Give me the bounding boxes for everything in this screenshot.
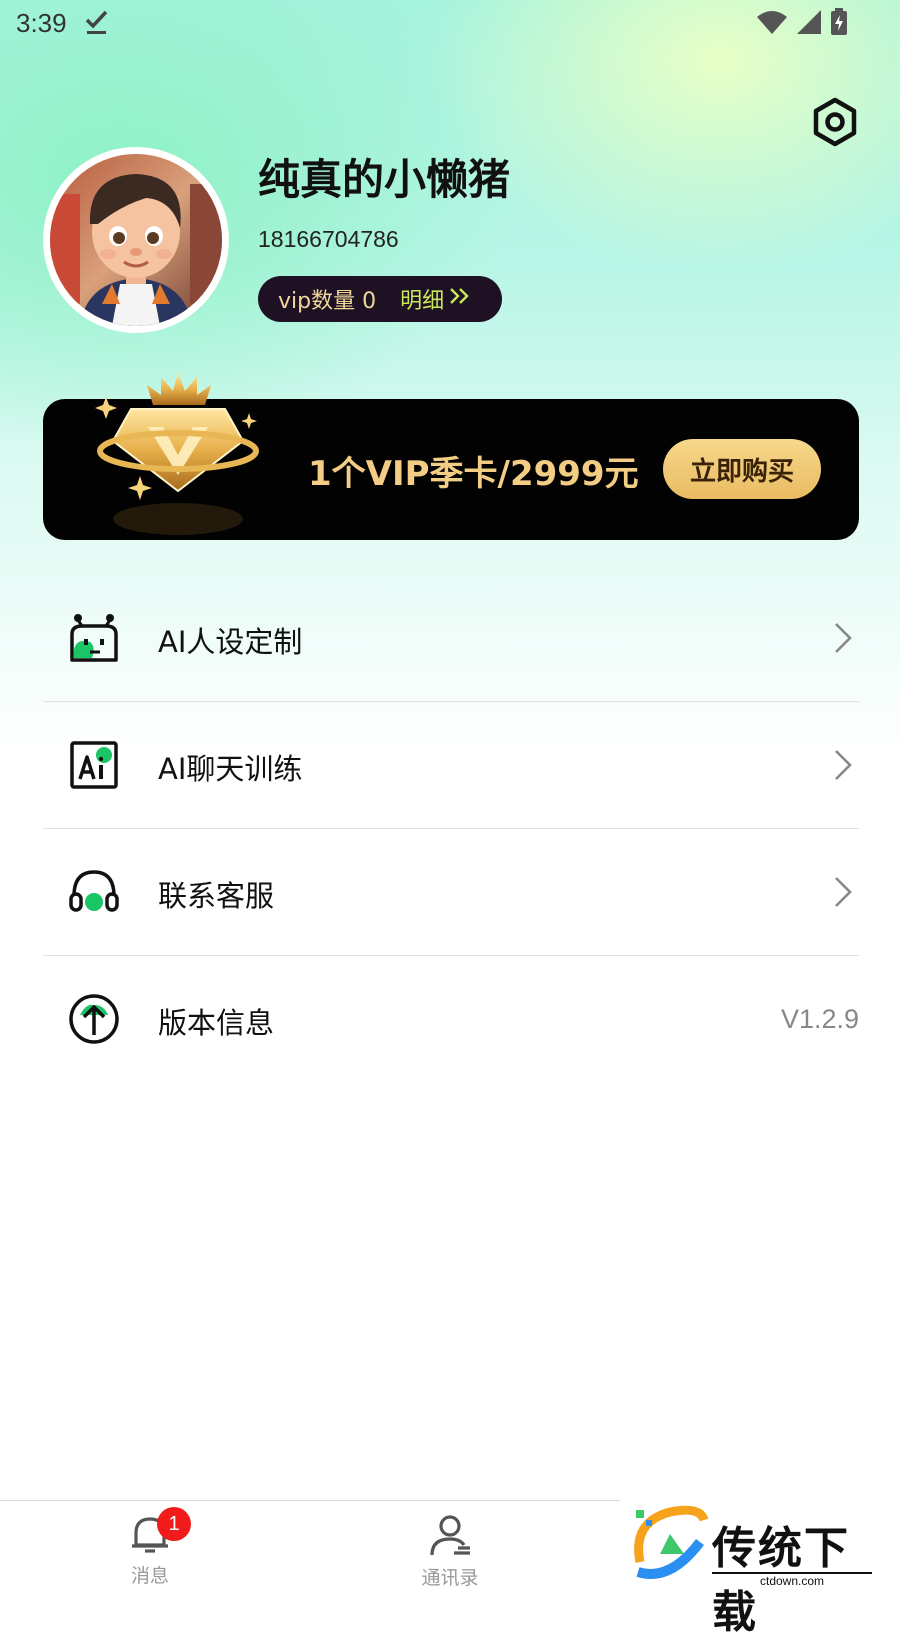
avatar-image [50, 154, 222, 326]
vip-promo-banner[interactable]: 1个VIP季卡/2999元 立即购买 [43, 373, 859, 540]
vip-detail-label: 明细 [400, 289, 445, 314]
chevron-right-icon [833, 621, 853, 655]
avatar[interactable] [43, 147, 229, 333]
download-done-icon [84, 8, 110, 40]
status-bar: 3:39 [0, 0, 900, 48]
menu-label: AI聊天训练 [158, 752, 303, 786]
ai-chip-icon [68, 739, 120, 791]
chevron-right-icon [833, 748, 853, 782]
vip-offer-text: 1个VIP季卡/2999元 [308, 454, 639, 494]
signal-icon [796, 9, 822, 39]
bottom-tab-bar: 1 消息 通讯录 [0, 1500, 620, 1601]
user-nickname: 纯真的小懒猪 [258, 155, 511, 204]
robot-icon [68, 612, 120, 664]
vip-detail-button[interactable]: vip数量 0 明细 [258, 276, 502, 322]
tab-label: 通讯录 [421, 1567, 479, 1589]
status-time: 3:39 [16, 8, 67, 38]
tab-contacts[interactable]: 通讯录 [390, 1513, 510, 1590]
watermark-logo: 传统下载 ctdown.com [630, 1502, 890, 1638]
tab-messages[interactable]: 1 消息 [90, 1507, 210, 1588]
contacts-icon [428, 1515, 472, 1561]
vip-detail-link[interactable]: 明细 [400, 283, 472, 315]
user-phone: 18166704786 [258, 226, 399, 252]
menu-label: AI人设定制 [158, 625, 303, 659]
battery-icon [830, 8, 848, 40]
menu-item-version-info[interactable]: 版本信息 V1.2.9 [43, 956, 859, 1083]
version-number: V1.2.9 [780, 1004, 859, 1034]
ctdown-logo-icon [630, 1502, 710, 1590]
menu-item-customer-service[interactable]: 联系客服 [43, 829, 859, 956]
watermark-url: ctdown.com [712, 1572, 872, 1588]
wifi-icon [756, 9, 788, 39]
settings-menu-list: AI人设定制 AI聊天训练 联系客服 版本信息 V1.2.9 [43, 575, 859, 1083]
vip-count: vip数量 0 [278, 289, 377, 314]
menu-item-ai-chat-training[interactable]: AI聊天训练 [43, 702, 859, 829]
bell-icon [130, 1517, 170, 1559]
status-icons [756, 8, 848, 40]
vip-crown-badge-icon [93, 369, 263, 549]
headset-icon [68, 866, 120, 918]
buy-now-button[interactable]: 立即购买 [663, 439, 821, 499]
menu-label: 版本信息 [158, 1006, 275, 1040]
chevron-right-icon [833, 875, 853, 909]
tab-label: 消息 [130, 1565, 169, 1587]
menu-item-ai-persona[interactable]: AI人设定制 [43, 575, 859, 702]
settings-icon[interactable] [810, 97, 860, 147]
menu-label: 联系客服 [158, 879, 275, 913]
upgrade-arrow-icon [68, 993, 120, 1045]
double-chevron-right-icon [448, 286, 472, 312]
unread-badge: 1 [157, 1507, 191, 1541]
